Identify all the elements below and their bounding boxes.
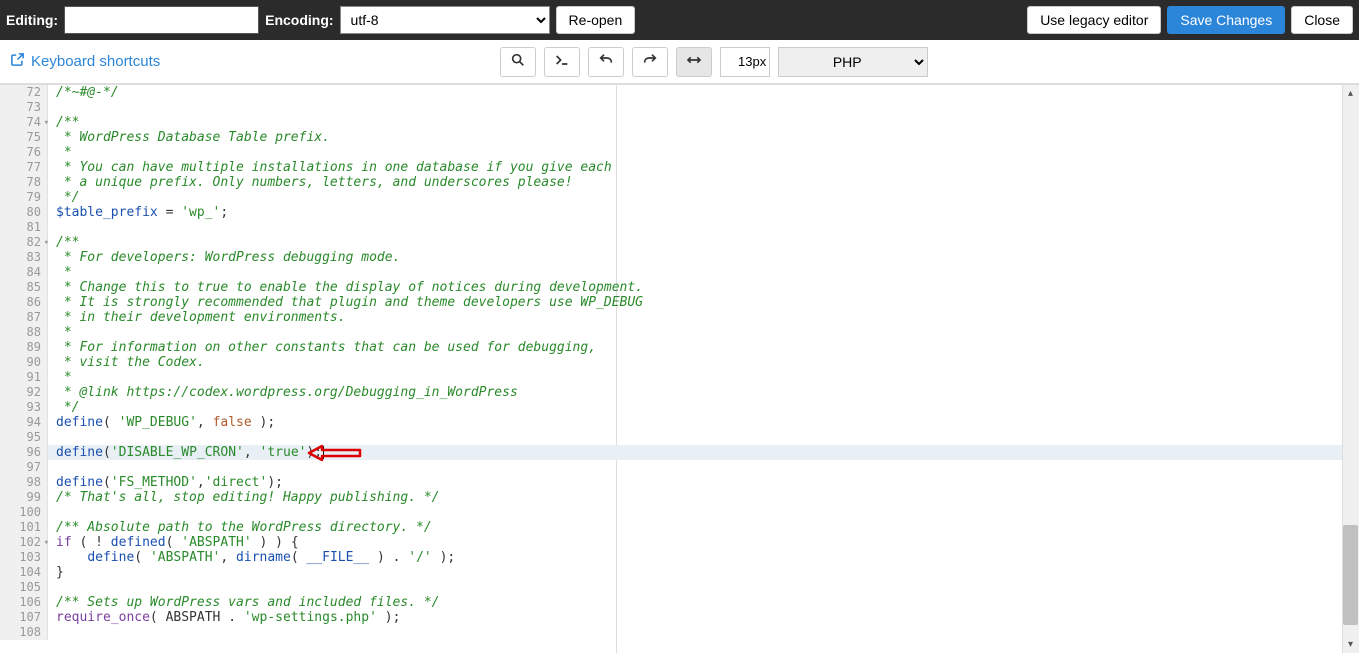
code-line[interactable]: 90 * visit the Codex.: [0, 355, 1359, 370]
code-line[interactable]: 99/* That's all, stop editing! Happy pub…: [0, 490, 1359, 505]
code-line[interactable]: 86 * It is strongly recommended that plu…: [0, 295, 1359, 310]
code-line[interactable]: 76 *: [0, 145, 1359, 160]
code-line[interactable]: 73: [0, 100, 1359, 115]
code-line[interactable]: 93 */: [0, 400, 1359, 415]
code-line[interactable]: 108: [0, 625, 1359, 640]
code-line[interactable]: 84 *: [0, 265, 1359, 280]
scroll-thumb[interactable]: [1343, 525, 1358, 625]
keyboard-shortcuts-link[interactable]: Keyboard shortcuts: [10, 52, 160, 71]
code-line[interactable]: 95: [0, 430, 1359, 445]
code-line[interactable]: 97: [0, 460, 1359, 475]
code-line[interactable]: 92 * @link https://codex.wordpress.org/D…: [0, 385, 1359, 400]
code-line[interactable]: 72/*~#@-*/: [0, 85, 1359, 100]
code-line[interactable]: 77 * You can have multiple installations…: [0, 160, 1359, 175]
redo-icon: [642, 52, 658, 71]
toolbar: Keyboard shortcuts PHP: [0, 40, 1359, 84]
code-line[interactable]: 91 *: [0, 370, 1359, 385]
wrap-button[interactable]: [676, 47, 712, 77]
code-line[interactable]: 98define('FS_METHOD','direct');: [0, 475, 1359, 490]
code-line[interactable]: 106/** Sets up WordPress vars and includ…: [0, 595, 1359, 610]
code-line[interactable]: 104}: [0, 565, 1359, 580]
code-line[interactable]: 83 * For developers: WordPress debugging…: [0, 250, 1359, 265]
code-line[interactable]: 75 * WordPress Database Table prefix.: [0, 130, 1359, 145]
code-line[interactable]: 100: [0, 505, 1359, 520]
wrap-icon: [686, 52, 702, 71]
code-line[interactable]: 87 * in their development environments.: [0, 310, 1359, 325]
code-line[interactable]: 94define( 'WP_DEBUG', false );: [0, 415, 1359, 430]
code-line[interactable]: 78 * a unique prefix. Only numbers, lett…: [0, 175, 1359, 190]
code-line[interactable]: 103 define( 'ABSPATH', dirname( __FILE__…: [0, 550, 1359, 565]
scroll-up-icon[interactable]: ▴: [1342, 85, 1359, 102]
code-line[interactable]: 102▾if ( ! defined( 'ABSPATH' ) ) {: [0, 535, 1359, 550]
code-line[interactable]: 107require_once( ABSPATH . 'wp-settings.…: [0, 610, 1359, 625]
terminal-button[interactable]: [544, 47, 580, 77]
code-line[interactable]: 80$table_prefix = 'wp_';: [0, 205, 1359, 220]
code-line[interactable]: 79 */: [0, 190, 1359, 205]
code-line[interactable]: 81: [0, 220, 1359, 235]
code-line[interactable]: 88 *: [0, 325, 1359, 340]
editor-wrap: 72/*~#@-*/7374▾/**75 * WordPress Databas…: [0, 84, 1359, 653]
language-select[interactable]: PHP: [778, 47, 928, 77]
save-button[interactable]: Save Changes: [1167, 6, 1285, 34]
topbar: Editing: Encoding: utf-8 Re-open Use leg…: [0, 0, 1359, 40]
legacy-editor-button[interactable]: Use legacy editor: [1027, 6, 1161, 34]
font-size-input[interactable]: [720, 47, 770, 77]
search-icon: [510, 52, 526, 71]
encoding-label: Encoding:: [265, 12, 333, 28]
undo-button[interactable]: [588, 47, 624, 77]
code-line[interactable]: 96define('DISABLE_WP_CRON', 'true');: [0, 445, 1359, 460]
code-editor[interactable]: 72/*~#@-*/7374▾/**75 * WordPress Databas…: [0, 85, 1359, 653]
reopen-button[interactable]: Re-open: [556, 6, 636, 34]
code-line[interactable]: 74▾/**: [0, 115, 1359, 130]
encoding-select[interactable]: utf-8: [340, 6, 550, 34]
scroll-down-icon[interactable]: ▾: [1342, 636, 1359, 653]
close-button[interactable]: Close: [1291, 6, 1353, 34]
editing-label: Editing:: [6, 12, 58, 28]
search-button[interactable]: [500, 47, 536, 77]
vertical-scrollbar[interactable]: ▴ ▾: [1342, 85, 1359, 653]
code-line[interactable]: 89 * For information on other constants …: [0, 340, 1359, 355]
editing-input[interactable]: [64, 6, 259, 34]
external-link-icon: [10, 52, 25, 71]
redo-button[interactable]: [632, 47, 668, 77]
keyboard-shortcuts-label: Keyboard shortcuts: [31, 53, 160, 70]
code-line[interactable]: 101/** Absolute path to the WordPress di…: [0, 520, 1359, 535]
terminal-icon: [554, 52, 570, 71]
code-line[interactable]: 82▾/**: [0, 235, 1359, 250]
code-line[interactable]: 85 * Change this to true to enable the d…: [0, 280, 1359, 295]
code-line[interactable]: 105: [0, 580, 1359, 595]
undo-icon: [598, 52, 614, 71]
